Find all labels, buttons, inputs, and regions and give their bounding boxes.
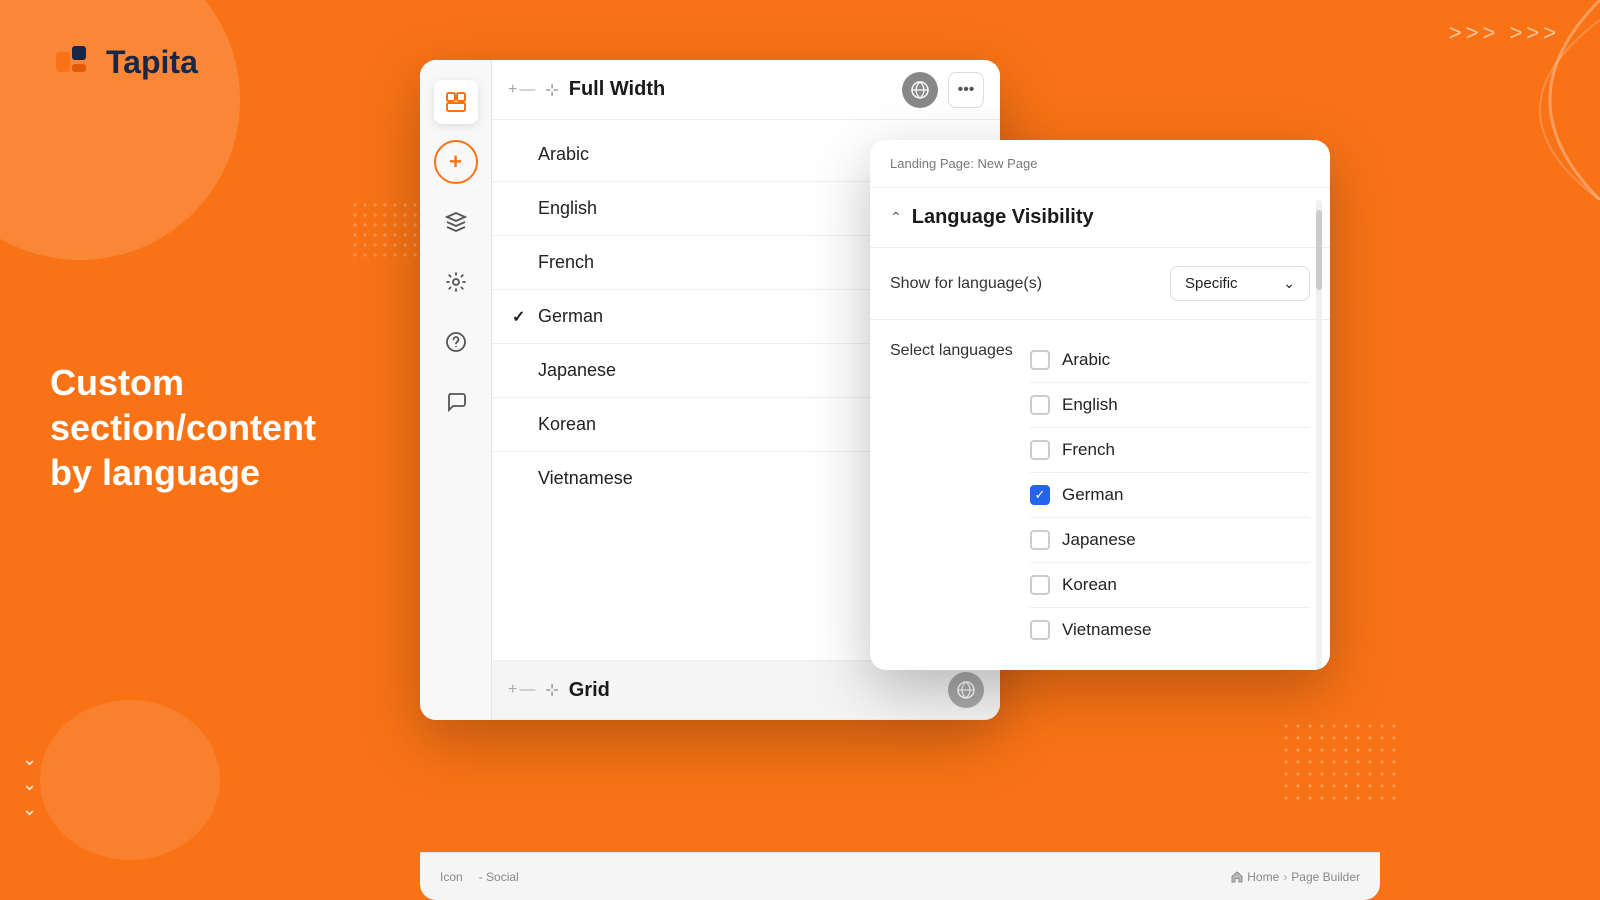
breadcrumb-separator: › bbox=[1283, 870, 1287, 884]
check-label-korean: Korean bbox=[1062, 575, 1117, 595]
sidebar-icon-layers[interactable] bbox=[434, 200, 478, 244]
check-item-german[interactable]: ✓ German bbox=[1030, 473, 1310, 518]
plus-icon-grid[interactable]: + bbox=[508, 681, 517, 699]
breadcrumb-home[interactable]: Home bbox=[1247, 870, 1279, 884]
logo-area: Tapita bbox=[50, 40, 198, 84]
bg-dots-mid bbox=[350, 200, 430, 260]
breadcrumb: Home › Page Builder bbox=[1231, 870, 1360, 884]
headline-line2: section/content bbox=[50, 405, 316, 450]
chevron-down-icon: ⌄ bbox=[1283, 275, 1295, 292]
panel-title-row: ⌃ Language Visibility bbox=[870, 188, 1330, 248]
globe-icon-grid[interactable] bbox=[948, 672, 984, 708]
lang-name-english: English bbox=[538, 198, 597, 219]
sidebar-icon-add[interactable]: + bbox=[434, 140, 478, 184]
check-german: ✓ bbox=[512, 307, 528, 327]
full-width-header: + — ⊹ Full Width ••• bbox=[492, 60, 1000, 120]
checkbox-arabic[interactable] bbox=[1030, 350, 1050, 370]
add-plus-symbol: + bbox=[449, 149, 462, 175]
more-button-fullwidth[interactable]: ••• bbox=[948, 72, 984, 108]
lang-name-japanese: Japanese bbox=[538, 360, 616, 381]
lang-name-french: French bbox=[538, 252, 594, 273]
dropdown-value: Specific bbox=[1185, 275, 1238, 292]
language-visibility-panel: Landing Page: New Page ⌃ Language Visibi… bbox=[870, 140, 1330, 670]
specific-dropdown[interactable]: Specific ⌄ bbox=[1170, 266, 1310, 301]
bg-blob-top-left bbox=[0, 0, 240, 260]
grid-title: Grid bbox=[569, 679, 610, 702]
check-label-vietnamese: Vietnamese bbox=[1062, 620, 1151, 640]
select-languages-row: Select languages Arabic English French ✓… bbox=[870, 320, 1330, 670]
checkbox-korean[interactable] bbox=[1030, 575, 1050, 595]
sidebar-icon-help[interactable] bbox=[434, 320, 478, 364]
chevron-3: ⌄ bbox=[22, 799, 37, 820]
bg-dots-right bbox=[1280, 720, 1400, 800]
collapse-icon[interactable]: ⌃ bbox=[890, 209, 902, 226]
logo-text: Tapita bbox=[106, 44, 198, 81]
headline-line1: Custom bbox=[50, 360, 316, 405]
check-label-japanese: Japanese bbox=[1062, 530, 1136, 550]
tapita-logo-icon bbox=[50, 40, 94, 84]
panel-header-bar: Landing Page: New Page bbox=[870, 140, 1330, 188]
scroll-bar[interactable] bbox=[1316, 200, 1322, 670]
check-label-french: French bbox=[1062, 440, 1115, 460]
select-languages-label: Select languages bbox=[890, 338, 1030, 360]
chevrons-decoration: ⌄ ⌄ ⌄ bbox=[22, 749, 37, 820]
full-width-title: Full Width bbox=[569, 78, 665, 101]
dash-icon-grid: — bbox=[519, 681, 535, 699]
check-item-korean[interactable]: Korean bbox=[1030, 563, 1310, 608]
checkbox-french[interactable] bbox=[1030, 440, 1050, 460]
breadcrumb-page-builder[interactable]: Page Builder bbox=[1291, 870, 1360, 884]
bg-blob-bottom-left bbox=[40, 700, 220, 860]
chevron-1: ⌄ bbox=[22, 749, 37, 770]
more-dots-icon: ••• bbox=[958, 81, 975, 99]
lang-name-german: German bbox=[538, 306, 603, 327]
checkbox-japanese[interactable] bbox=[1030, 530, 1050, 550]
row-controls-grid: + — bbox=[508, 681, 535, 699]
panel-breadcrumb: Landing Page: New Page bbox=[890, 156, 1037, 171]
globe-icon-fullwidth[interactable] bbox=[902, 72, 938, 108]
checkbox-english[interactable] bbox=[1030, 395, 1050, 415]
check-item-english[interactable]: English bbox=[1030, 383, 1310, 428]
scroll-thumb[interactable] bbox=[1316, 210, 1322, 290]
lang-name-vietnamese: Vietnamese bbox=[538, 468, 633, 489]
sidebar-icon-layout[interactable] bbox=[434, 80, 478, 124]
home-icon bbox=[1231, 871, 1243, 883]
lang-name-korean: Korean bbox=[538, 414, 596, 435]
move-icon-fullwidth[interactable]: ⊹ bbox=[545, 80, 558, 100]
plus-icon-fullwidth[interactable]: + bbox=[508, 81, 517, 99]
check-label-arabic: Arabic bbox=[1062, 350, 1110, 370]
dash-icon-fullwidth: — bbox=[519, 81, 535, 99]
check-label-german: German bbox=[1062, 485, 1123, 505]
sidebar-icons: + bbox=[420, 60, 492, 720]
icon-label: Icon bbox=[440, 870, 463, 884]
panel-title: Language Visibility bbox=[912, 206, 1094, 229]
move-icon-grid[interactable]: ⊹ bbox=[545, 680, 558, 700]
sidebar-icon-chat[interactable] bbox=[434, 380, 478, 424]
check-item-japanese[interactable]: Japanese bbox=[1030, 518, 1310, 563]
row-controls-fullwidth: + — bbox=[508, 81, 535, 99]
languages-checklist: Arabic English French ✓ German Japanese bbox=[1030, 338, 1310, 652]
sidebar-icon-settings[interactable] bbox=[434, 260, 478, 304]
lang-name-arabic: Arabic bbox=[538, 144, 589, 165]
checkbox-vietnamese[interactable] bbox=[1030, 620, 1050, 640]
headline: Custom section/content by language bbox=[50, 360, 316, 495]
check-item-arabic[interactable]: Arabic bbox=[1030, 338, 1310, 383]
checkbox-german[interactable]: ✓ bbox=[1030, 485, 1050, 505]
decorative-arrows: >>> >>> bbox=[1449, 20, 1560, 46]
check-item-vietnamese[interactable]: Vietnamese bbox=[1030, 608, 1310, 652]
headline-line3: by language bbox=[50, 450, 316, 495]
chevron-2: ⌄ bbox=[22, 774, 37, 795]
check-label-english: English bbox=[1062, 395, 1118, 415]
show-for-label: Show for language(s) bbox=[890, 275, 1042, 293]
social-label: - Social bbox=[479, 870, 519, 884]
check-item-french[interactable]: French bbox=[1030, 428, 1310, 473]
show-for-row: Show for language(s) Specific ⌄ bbox=[870, 248, 1330, 320]
bottom-bar: Icon - Social Home › Page Builder bbox=[420, 852, 1380, 900]
